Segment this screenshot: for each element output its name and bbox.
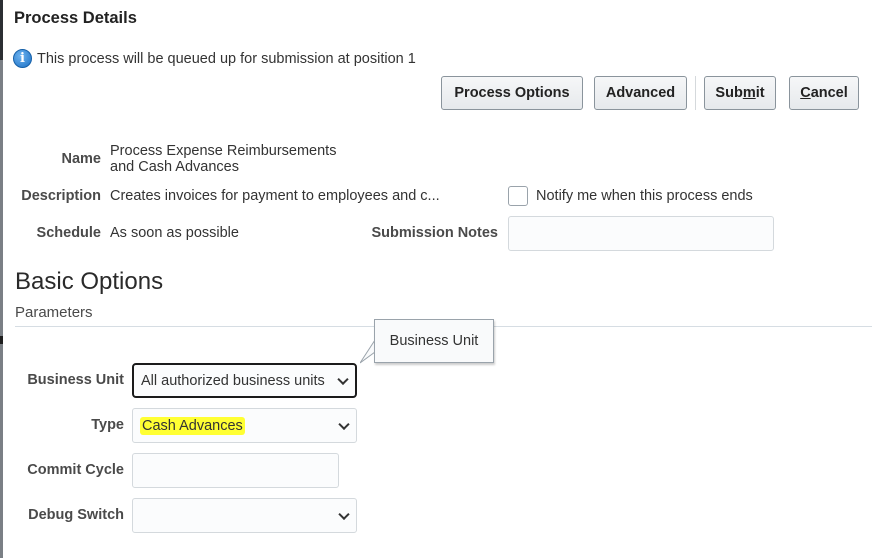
schedule-label: Schedule — [36, 225, 101, 241]
name-value-line2: and Cash Advances — [110, 159, 239, 175]
business-unit-select[interactable]: All authorized business units — [132, 363, 357, 398]
chevron-down-icon — [337, 373, 349, 385]
info-circle-icon: i — [13, 49, 32, 68]
basic-options-heading: Basic Options — [15, 268, 164, 295]
cancel-button[interactable]: Cancel — [789, 76, 859, 110]
business-unit-tooltip: Business Unit — [374, 319, 494, 363]
info-message-text: This process will be queued up for submi… — [37, 50, 416, 67]
notify-checkbox-label[interactable]: Notify me when this process ends — [536, 188, 753, 204]
toolbar-separator — [695, 76, 696, 110]
cancel-label-post: ancel — [810, 85, 848, 101]
submit-label-post: it — [755, 85, 765, 101]
chevron-down-icon — [338, 418, 350, 430]
notify-checkbox[interactable] — [508, 186, 528, 206]
dialog-title: Process Details — [14, 9, 137, 27]
commit-cycle-input[interactable] — [132, 453, 339, 488]
type-value: Cash Advances — [140, 416, 245, 435]
submission-notes-label: Submission Notes — [371, 225, 499, 241]
chevron-down-icon — [338, 508, 350, 520]
advanced-button[interactable]: Advanced — [594, 76, 687, 110]
submit-button[interactable]: Sub m it — [704, 76, 776, 110]
schedule-value: As soon as possible — [110, 225, 239, 241]
business-unit-label: Business Unit — [27, 372, 124, 388]
process-options-button[interactable]: Process Options — [441, 76, 583, 110]
cancel-label-accel: C — [800, 85, 811, 101]
description-label: Description — [21, 188, 101, 204]
debug-switch-select[interactable] — [132, 498, 357, 533]
submit-label-pre: Sub — [715, 85, 743, 101]
info-message: i This process will be queued up for sub… — [13, 49, 416, 68]
name-value: Process Expense Reimbursements and Cash … — [110, 143, 336, 175]
dialog-toolbar: Process Options Advanced Sub m it Cancel — [3, 76, 872, 110]
business-unit-value: All authorized business units — [141, 372, 325, 389]
process-details-dialog: Process Details i This process will be q… — [3, 0, 872, 558]
type-label: Type — [91, 417, 124, 433]
name-value-line1: Process Expense Reimbursements — [110, 143, 337, 159]
commit-cycle-label: Commit Cycle — [27, 462, 124, 478]
type-select[interactable]: Cash Advances — [132, 408, 357, 443]
name-label: Name — [61, 151, 102, 167]
parameters-subheading: Parameters — [15, 304, 93, 321]
submit-label-accel: m — [742, 85, 756, 101]
debug-switch-label: Debug Switch — [28, 507, 124, 523]
submission-notes-input[interactable] — [508, 216, 774, 251]
description-value: Creates invoices for payment to employee… — [110, 188, 440, 204]
